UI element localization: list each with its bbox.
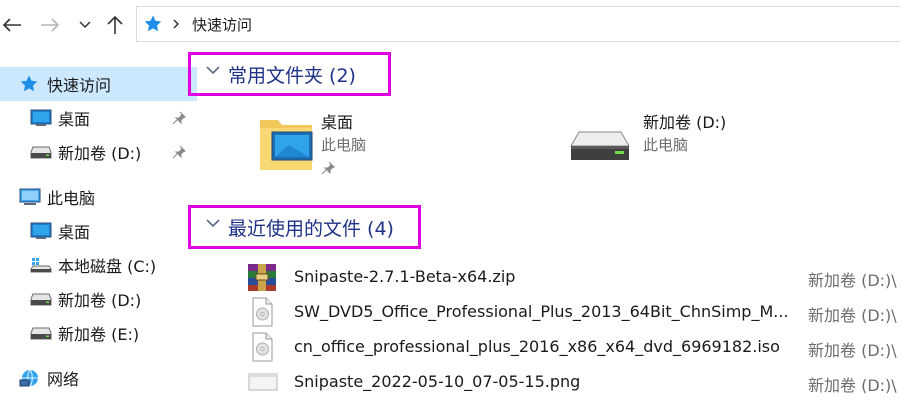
nav-item-drive-d-pinned[interactable]: 新加卷 (D:) xyxy=(0,135,197,169)
file-name: cn_office_professional_plus_2016_x86_x64… xyxy=(294,337,780,356)
nav-item-label: 新加卷 (D:) xyxy=(58,144,142,163)
nav-item-drive-e[interactable]: 新加卷 (E:) xyxy=(0,316,197,350)
image-file-icon xyxy=(248,373,278,391)
group-title: 常用文件夹 (2) xyxy=(228,65,356,87)
recent-locations-button[interactable] xyxy=(76,12,94,38)
address-field[interactable]: 快速访问 xyxy=(136,6,900,42)
pin-icon[interactable] xyxy=(321,161,335,175)
pin-icon[interactable] xyxy=(172,145,186,159)
nav-item-label: 本地磁盘 (C:) xyxy=(58,257,157,276)
folder-tile-drive-d[interactable]: 新加卷 (D:) 此电脑 xyxy=(569,108,769,182)
disc-image-icon xyxy=(252,332,273,362)
pin-icon[interactable] xyxy=(172,111,186,125)
star-icon xyxy=(144,15,162,32)
breadcrumb-current[interactable]: 快速访问 xyxy=(192,14,252,35)
file-name: Snipaste-2.7.1-Beta-x64.zip xyxy=(294,267,516,286)
drive-icon xyxy=(30,145,52,159)
nav-item-drive-c[interactable]: 本地磁盘 (C:) xyxy=(0,248,197,282)
desktop-folder-icon xyxy=(260,120,313,170)
nav-item-this-pc[interactable]: 此电脑 xyxy=(0,180,197,214)
nav-item-quick-access[interactable]: 快速访问 xyxy=(0,67,197,101)
arrow-left-icon xyxy=(2,18,21,32)
chevron-down-icon xyxy=(79,21,91,29)
file-location: 新加卷 (D:)\ xyxy=(808,376,897,395)
navigation-pane: 快速访问 桌面 新加卷 (D:) 此电脑 桌面 本地磁盘 (C:) 新加卷 (D… xyxy=(0,60,197,411)
file-row[interactable]: SW_DVD5_Office_Professional_Plus_2013_64… xyxy=(242,294,900,328)
nav-item-label: 网络 xyxy=(47,370,80,389)
group-header-recent-files[interactable]: 最近使用的文件 (4) xyxy=(188,205,900,249)
file-location: 新加卷 (D:)\ xyxy=(808,341,897,360)
nav-item-label: 此电脑 xyxy=(47,189,96,208)
file-row[interactable]: Snipaste_2022-05-10_07-05-15.png 新加卷 (D:… xyxy=(242,364,900,398)
content-pane: 常用文件夹 (2) 桌面 此电脑 新加卷 (D:) 此电脑 最近使用的文件 (4… xyxy=(188,50,900,411)
nav-item-label: 快速访问 xyxy=(47,76,112,95)
forward-button[interactable] xyxy=(38,12,62,38)
chevron-down-icon[interactable] xyxy=(206,218,220,228)
file-location: 新加卷 (D:)\ xyxy=(808,306,897,325)
group-title: 最近使用的文件 (4) xyxy=(228,218,394,240)
drive-icon xyxy=(30,292,52,306)
file-location: 新加卷 (D:)\ xyxy=(808,271,897,290)
chevron-down-icon[interactable] xyxy=(206,65,220,75)
nav-item-desktop-pinned[interactable]: 桌面 xyxy=(0,101,197,135)
hard-drive-icon xyxy=(570,131,630,160)
nav-item-label: 桌面 xyxy=(58,223,91,242)
nav-item-label: 桌面 xyxy=(58,110,91,129)
desktop-icon xyxy=(30,109,52,127)
network-icon xyxy=(19,368,41,388)
tile-location: 此电脑 xyxy=(643,136,689,154)
nav-item-drive-d[interactable]: 新加卷 (D:) xyxy=(0,282,197,316)
address-bar: 快速访问 xyxy=(0,0,900,50)
nav-item-desktop[interactable]: 桌面 xyxy=(0,214,197,248)
drive-icon xyxy=(30,326,52,340)
back-button[interactable] xyxy=(0,12,24,38)
file-row[interactable]: Snipaste-2.7.1-Beta-x64.zip 新加卷 (D:)\ xyxy=(242,259,900,293)
file-row[interactable]: cn_office_professional_plus_2016_x86_x64… xyxy=(242,329,900,363)
file-name: Snipaste_2022-05-10_07-05-15.png xyxy=(294,372,581,391)
arrow-right-icon xyxy=(41,18,60,32)
nav-item-network[interactable]: 网络 xyxy=(0,361,197,395)
folder-tile-desktop[interactable]: 桌面 此电脑 xyxy=(256,108,456,182)
nav-item-label: 新加卷 (E:) xyxy=(58,325,140,344)
computer-icon xyxy=(19,188,41,206)
breadcrumb-separator-icon[interactable] xyxy=(173,19,180,29)
arrow-up-icon xyxy=(107,15,123,34)
tile-location: 此电脑 xyxy=(321,136,367,154)
winrar-archive-icon xyxy=(248,264,276,291)
file-name: SW_DVD5_Office_Professional_Plus_2013_64… xyxy=(294,302,789,321)
tile-name: 桌面 xyxy=(321,113,354,132)
disc-image-icon xyxy=(252,297,273,327)
system-drive-icon xyxy=(30,257,52,273)
group-header-frequent-folders[interactable]: 常用文件夹 (2) xyxy=(188,52,900,96)
desktop-icon xyxy=(30,222,52,240)
up-button[interactable] xyxy=(102,12,128,38)
star-icon xyxy=(19,74,39,94)
tile-name: 新加卷 (D:) xyxy=(643,113,727,132)
nav-item-label: 新加卷 (D:) xyxy=(58,291,142,310)
